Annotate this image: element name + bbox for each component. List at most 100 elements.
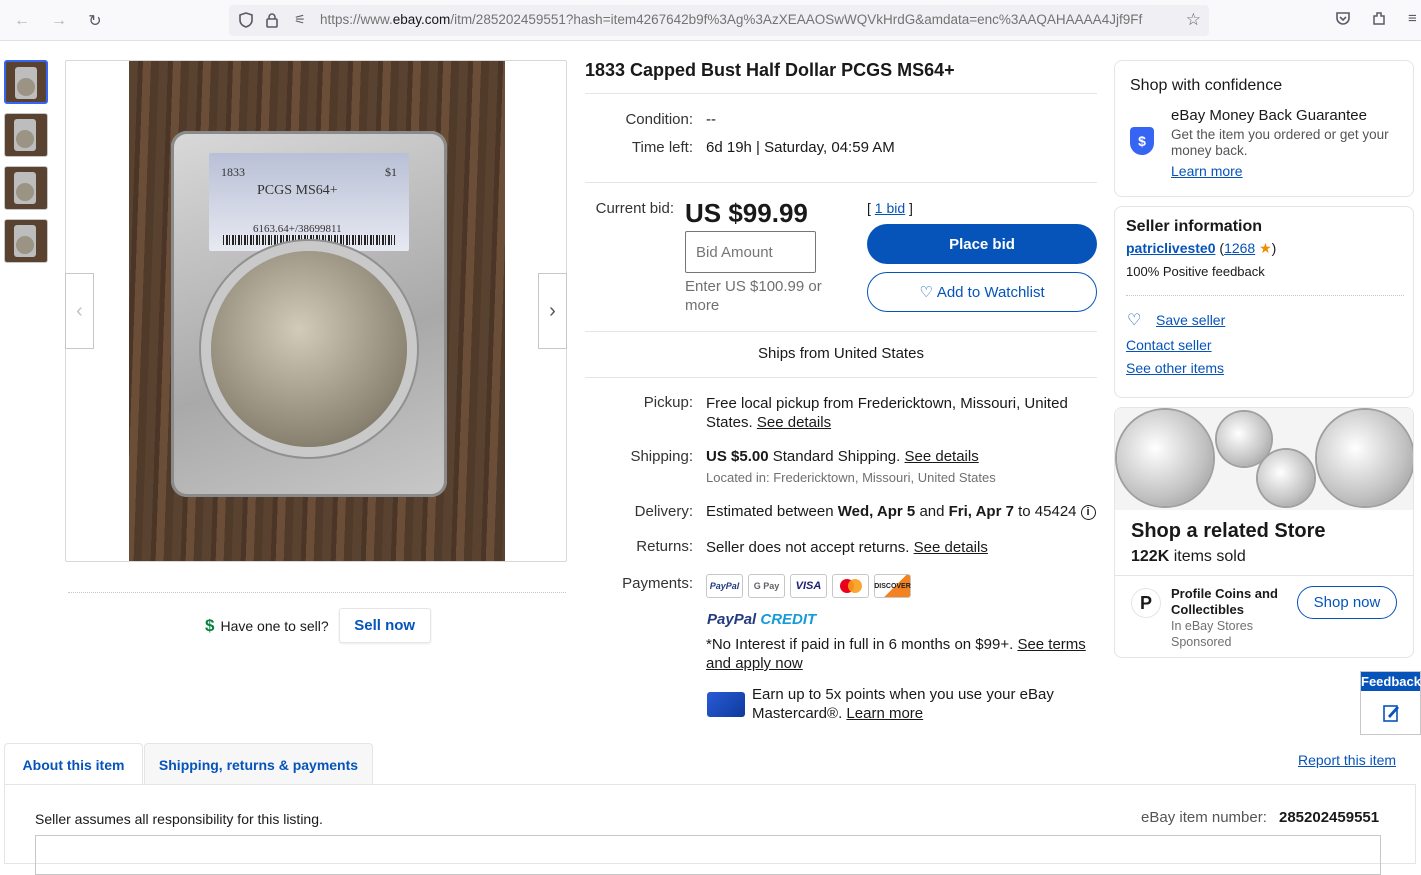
mastercard-offer: Earn up to 5x points when you use your e… [752, 686, 1054, 722]
slab-year: 1833 [221, 165, 245, 179]
description-frame [35, 835, 1381, 875]
paypal-credit-logo-icon: PayPal CREDIT [707, 611, 817, 628]
pickup-label: Pickup: [643, 394, 693, 411]
delivery-value: Estimated between Wed, Apr 5 and Fri, Ap… [706, 503, 1096, 520]
bid-count-link[interactable]: 1 bid [875, 200, 905, 216]
returns-see-details-link[interactable]: See details [914, 539, 988, 556]
back-arrow-icon[interactable]: ← [9, 8, 35, 34]
divider [585, 93, 1097, 94]
url-text[interactable]: https://www.ebay.com/itm/285202459551?ha… [320, 12, 1160, 27]
shield-tracking-icon[interactable] [237, 11, 255, 29]
time-left-value: 6d 19h | Saturday, 04:59 AM [706, 139, 895, 156]
feedback-star-icon: ★ [1259, 240, 1272, 256]
shipping-label: Shipping: [630, 448, 693, 465]
divider [1126, 295, 1404, 296]
thumbnail-2[interactable] [4, 113, 48, 157]
sponsored-label: Sponsored [1171, 635, 1232, 649]
credit-offer: *No Interest if paid in full in 6 months… [706, 636, 1086, 672]
shipping-see-details-link[interactable]: See details [905, 448, 979, 465]
contact-seller-link[interactable]: Contact seller [1126, 337, 1212, 353]
shop-now-button[interactable]: Shop now [1297, 586, 1397, 619]
located-in: Located in: Fredericktown, Missouri, Uni… [706, 470, 996, 485]
divider [1115, 575, 1413, 576]
seller-name-link[interactable]: patricliveste0 [1126, 240, 1216, 256]
main-image-viewer[interactable]: 1833 $1 PCGS MS64+ 6163.64+/38699811 ‹ › [65, 60, 567, 562]
returns-label: Returns: [636, 538, 693, 555]
item-number-label: eBay item number: [1141, 809, 1267, 826]
permissions-icon[interactable]: ⚟ [291, 11, 309, 29]
slab-denomination: $1 [385, 165, 397, 179]
thumbnail-3[interactable] [4, 166, 48, 210]
time-left-label: Time left: [631, 139, 693, 156]
lock-icon[interactable] [263, 11, 281, 29]
divider [68, 592, 566, 593]
condition-label: Condition: [625, 111, 693, 128]
bookmark-star-icon[interactable]: ☆ [1186, 10, 1201, 30]
related-store-title: Shop a related Store [1131, 520, 1326, 542]
add-to-watchlist-button[interactable]: ♡ Add to Watchlist [867, 272, 1097, 312]
feedback-edit-icon [1383, 703, 1401, 728]
dollar-icon: $ [205, 615, 215, 635]
see-other-items-link[interactable]: See other items [1126, 360, 1224, 376]
coin-image [211, 251, 407, 447]
tab-shipping-returns-payments[interactable]: Shipping, returns & payments [144, 743, 373, 785]
browser-toolbar: ← → ↻ ⚟ https://www.ebay.com/itm/2852024… [0, 0, 1421, 41]
payments-label: Payments: [622, 575, 693, 592]
sell-prompt: $ Have one to sell? Sell now [205, 608, 431, 643]
current-bid-label: Current bid: [595, 200, 674, 217]
google-pay-logo-icon: G Pay [748, 574, 785, 598]
guarantee-learn-more-link[interactable]: Learn more [1171, 163, 1243, 179]
seller-name-row: patricliveste0 (1268 ★) [1126, 240, 1277, 256]
thumbnail-4[interactable] [4, 219, 48, 263]
forward-arrow-icon[interactable]: → [46, 8, 72, 34]
store-coins-image [1115, 408, 1413, 510]
menu-icon[interactable]: ≡ [1408, 10, 1417, 27]
seller-information-panel: Seller information patricliveste0 (1268 … [1114, 206, 1414, 398]
mastercard-learn-more-link[interactable]: Learn more [846, 705, 923, 722]
bid-count: [ 1 bid ] [867, 200, 913, 216]
sell-now-button[interactable]: Sell now [338, 608, 431, 643]
item-number: 285202459551 [1279, 809, 1380, 826]
sell-prompt-text: Have one to sell? [220, 617, 329, 634]
responsibility-note: Seller assumes all responsibility for th… [35, 811, 323, 827]
save-seller-link[interactable]: Save seller [1156, 312, 1225, 328]
mastercard-logo-icon [832, 574, 869, 598]
heart-icon: ♡ [919, 284, 933, 301]
store-logo-icon: P [1131, 588, 1161, 618]
slab-label: 1833 $1 PCGS MS64+ 6163.64+/38699811 [209, 153, 409, 251]
pickup-see-details-link[interactable]: See details [757, 414, 831, 431]
visa-logo-icon: VISA [790, 574, 827, 598]
bid-amount-input[interactable] [685, 231, 816, 273]
report-item-link[interactable]: Report this item [1298, 752, 1396, 768]
store-name: Profile Coins and Collectibles [1171, 586, 1278, 617]
feedback-widget[interactable]: Feedback [1360, 671, 1421, 735]
pocket-icon[interactable] [1335, 10, 1351, 30]
extensions-icon[interactable] [1371, 10, 1387, 30]
items-sold: 122K items sold [1131, 548, 1246, 565]
about-item-panel: Seller assumes all responsibility for th… [4, 784, 1416, 875]
previous-image-button[interactable]: ‹ [65, 273, 94, 349]
divider [585, 182, 1097, 183]
shipping-value: US $5.00 Standard Shipping. See details [706, 448, 979, 465]
thumbnail-1[interactable] [4, 60, 48, 104]
heart-outline-icon[interactable]: ♡ [1127, 310, 1141, 330]
pcgs-slab: 1833 $1 PCGS MS64+ 6163.64+/38699811 [171, 131, 447, 497]
info-icon[interactable]: i [1080, 504, 1096, 520]
reload-icon[interactable]: ↻ [82, 8, 108, 34]
tab-about-this-item[interactable]: About this item [4, 743, 143, 785]
money-back-shield-icon: $ [1130, 127, 1154, 155]
seller-info-title: Seller information [1126, 218, 1263, 235]
coin-photo[interactable]: 1833 $1 PCGS MS64+ 6163.64+/38699811 [129, 61, 505, 561]
address-bar[interactable]: ⚟ https://www.ebay.com/itm/285202459551?… [229, 5, 1209, 36]
guarantee-title: eBay Money Back Guarantee [1171, 107, 1367, 124]
next-image-button[interactable]: › [538, 273, 567, 349]
watchlist-label: Add to Watchlist [936, 283, 1045, 301]
current-bid-price: US $99.99 [685, 198, 808, 228]
returns-value: Seller does not accept returns. See deta… [706, 539, 988, 556]
seller-feedback-count-link[interactable]: 1268 [1224, 240, 1255, 256]
delivery-label: Delivery: [634, 503, 693, 520]
ebay-mastercard-icon [707, 692, 745, 717]
positive-feedback: 100% Positive feedback [1126, 264, 1265, 279]
place-bid-button[interactable]: Place bid [867, 224, 1097, 264]
bid-hint: Enter US $100.99 or more [685, 278, 822, 314]
